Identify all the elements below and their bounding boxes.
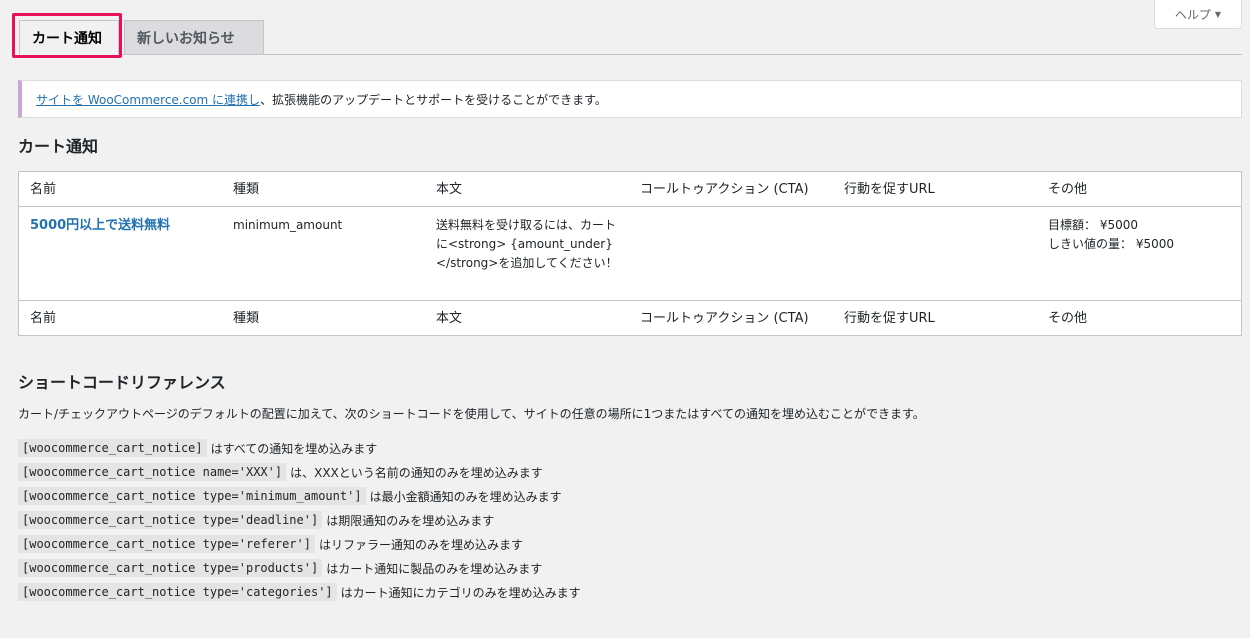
notice-name-link[interactable]: 5000円以上で送料無料 [30, 218, 170, 233]
shortcode-code: [woocommerce_cart_notice type='categorie… [18, 583, 337, 601]
table-footer-row: 名前 種類 本文 コールトゥアクション (CTA) 行動を促すURL その他 [19, 300, 1241, 335]
column-footer-cta[interactable]: コールトゥアクション (CTA) [629, 309, 833, 328]
list-item: [woocommerce_cart_notice name='XXX'] は、XX… [18, 460, 581, 484]
shortcode-description: は、XXXという名前の通知のみを埋め込みます [290, 465, 543, 480]
tab-bar: カート通知 新しいお知らせ [19, 20, 1242, 55]
notice-other: 目標額： ¥5000 しきい値の量： ¥5000 [1037, 216, 1241, 254]
column-footer-other[interactable]: その他 [1037, 309, 1241, 328]
shortcode-description: はリファラー通知のみを埋め込みます [318, 537, 523, 552]
shortcode-description: はカート通知に製品のみを埋め込みます [326, 561, 543, 576]
column-footer-url[interactable]: 行動を促すURL [833, 309, 1037, 328]
cart-notices-table: 名前 種類 本文 コールトゥアクション (CTA) 行動を促すURL その他 5… [18, 171, 1242, 336]
connect-woocommerce-link[interactable]: サイトを WooCommerce.com に連携し [36, 91, 260, 108]
tab-cart-notices[interactable]: カート通知 [19, 20, 119, 55]
shortcode-code: [woocommerce_cart_notice type='deadline'… [18, 511, 323, 529]
notice-type: minimum_amount [233, 218, 343, 232]
shortcode-code: [woocommerce_cart_notice name='XXX'] [18, 463, 287, 481]
caret-down-icon: ▼ [1214, 9, 1222, 19]
column-header-cta[interactable]: コールトゥアクション (CTA) [629, 180, 833, 199]
shortcode-description: は最小金額通知のみを埋め込みます [369, 489, 562, 504]
tab-new-announcements[interactable]: 新しいお知らせ [124, 20, 264, 55]
shortcode-description: はすべての通知を埋め込みます [210, 441, 378, 456]
table-header-row: 名前 種類 本文 コールトゥアクション (CTA) 行動を促すURL その他 [19, 172, 1241, 207]
shortcode-list: [woocommerce_cart_notice] はすべての通知を埋め込みます … [18, 436, 581, 604]
notice-threshold-amount: しきい値の量： ¥5000 [1048, 237, 1174, 251]
column-header-url[interactable]: 行動を促すURL [833, 180, 1037, 199]
column-header-type[interactable]: 種類 [222, 180, 425, 199]
connect-notice: サイトを WooCommerce.com に連携し 、拡張機能のアップデートとサポ… [18, 80, 1242, 118]
shortcode-reference-description: カート/チェックアウトページのデフォルトの配置に加えて、次のショートコードを使用… [18, 407, 925, 421]
list-item: [woocommerce_cart_notice type='categorie… [18, 580, 581, 604]
shortcode-code: [woocommerce_cart_notice type='referer'] [18, 535, 315, 553]
shortcode-description: は期限通知のみを埋め込みます [326, 513, 495, 528]
column-header-other[interactable]: その他 [1037, 180, 1241, 199]
connect-notice-text: 、拡張機能のアップデートとサポートを受けることができます。 [260, 92, 607, 107]
notice-target-amount: 目標額： ¥5000 [1048, 218, 1138, 232]
shortcode-reference-title: ショートコードリファレンス [18, 373, 226, 392]
column-header-name[interactable]: 名前 [19, 180, 222, 199]
list-item: [woocommerce_cart_notice type='referer']… [18, 532, 581, 556]
notice-body: 送料無料を受け取るには、カートに<strong> {amount_under}<… [436, 218, 618, 270]
list-item: [woocommerce_cart_notice type='deadline'… [18, 508, 581, 532]
shortcode-code: [woocommerce_cart_notice] [18, 439, 207, 457]
list-item: [woocommerce_cart_notice type='products'… [18, 556, 581, 580]
list-item: [woocommerce_cart_notice type='minimum_a… [18, 484, 581, 508]
list-item: [woocommerce_cart_notice] はすべての通知を埋め込みます [18, 436, 581, 460]
cart-notices-title: カート通知 [18, 137, 99, 156]
shortcode-code: [woocommerce_cart_notice type='products'… [18, 559, 323, 577]
column-footer-type[interactable]: 種類 [222, 309, 425, 328]
column-footer-name[interactable]: 名前 [19, 309, 222, 328]
shortcode-description: はカート通知にカテゴリのみを埋め込みます [340, 585, 581, 600]
column-header-body[interactable]: 本文 [425, 180, 629, 199]
shortcode-code: [woocommerce_cart_notice type='minimum_a… [18, 487, 366, 505]
column-footer-body[interactable]: 本文 [425, 309, 629, 328]
table-row: 5000円以上で送料無料 minimum_amount 送料無料を受け取るには、… [19, 207, 1241, 300]
